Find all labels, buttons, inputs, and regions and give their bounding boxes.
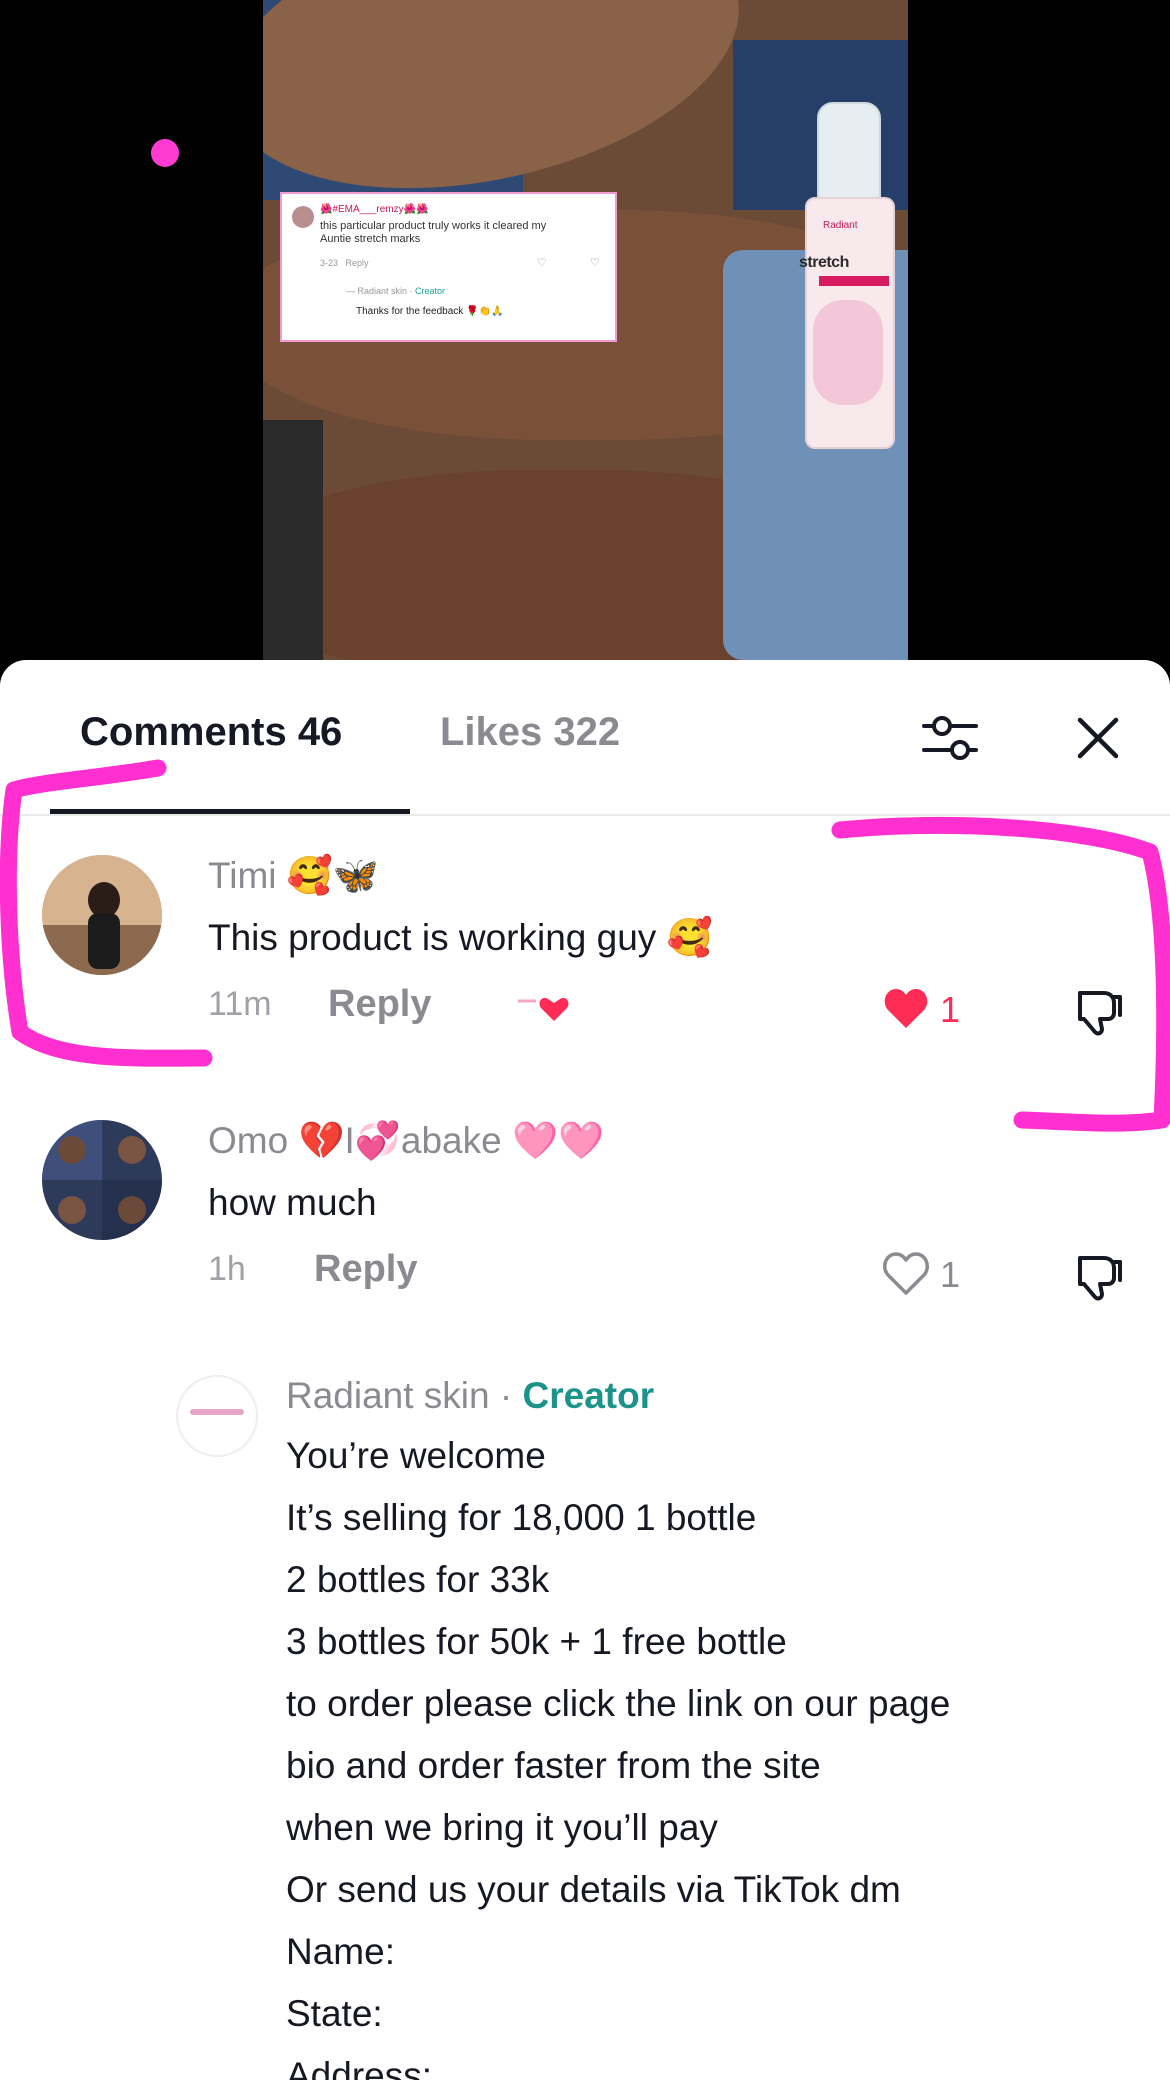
highlight-annotation: [0, 759, 1170, 1132]
